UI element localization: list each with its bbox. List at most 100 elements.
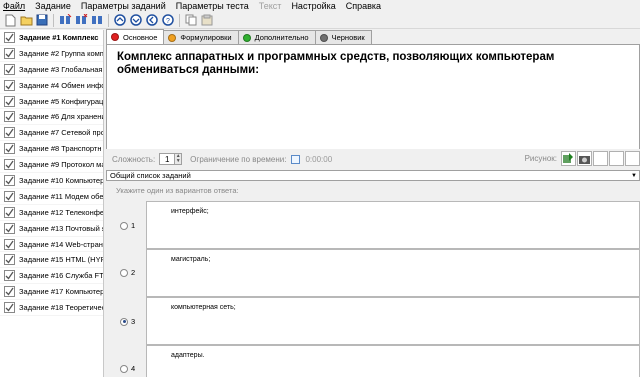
checkmark-icon bbox=[4, 270, 15, 282]
task-list-item[interactable]: Задание #10 Компьютер bbox=[0, 173, 103, 189]
task-list-item[interactable]: Задание #15 HTML (HYPE bbox=[0, 252, 103, 269]
question-text-area[interactable]: Комплекс аппаратных и программных средст… bbox=[106, 45, 640, 149]
task-label: Задание #2 Группа комп bbox=[19, 48, 103, 58]
menu-settings[interactable]: Настройка bbox=[291, 0, 335, 12]
task-list-item[interactable]: Задание #3 Глобальная bbox=[0, 62, 103, 78]
answer-text: интерфейс; bbox=[171, 208, 209, 215]
answer-number: 2 bbox=[131, 268, 136, 277]
answer-number: 4 bbox=[131, 364, 136, 373]
picture-slot[interactable] bbox=[593, 151, 608, 166]
tab-main[interactable]: Основное bbox=[106, 29, 165, 44]
insert-picture-icon[interactable] bbox=[561, 151, 576, 166]
task-label: Задание #1 Комплекс bbox=[19, 32, 99, 42]
task-list-item[interactable]: Задание #18 Теоретичес bbox=[0, 300, 103, 317]
new-icon[interactable] bbox=[3, 13, 17, 27]
answer-option[interactable]: компьютерная сеть; bbox=[146, 297, 640, 345]
green-circle-icon bbox=[242, 33, 251, 42]
task-list-item[interactable]: Задание #8 Транспортн bbox=[0, 141, 103, 158]
picture-slot[interactable] bbox=[625, 151, 640, 166]
open-icon[interactable] bbox=[19, 13, 33, 27]
camera-icon[interactable] bbox=[577, 151, 592, 166]
picture-slot[interactable] bbox=[609, 151, 624, 166]
help-icon[interactable]: ? bbox=[161, 13, 175, 27]
answer-radio[interactable]: 2 bbox=[120, 268, 135, 277]
move-task-icon[interactable] bbox=[90, 13, 104, 27]
answer-radio[interactable]: 3 bbox=[120, 317, 135, 326]
checkmark-icon bbox=[4, 174, 15, 186]
tab-additional[interactable]: Дополнительно bbox=[237, 30, 316, 44]
task-list-item[interactable]: Задание #17 Компьютер bbox=[0, 284, 103, 301]
stepper-down-icon[interactable]: ▼ bbox=[175, 159, 181, 164]
answer-radio[interactable]: 1 bbox=[120, 221, 135, 230]
difficulty-value[interactable]: 1 bbox=[159, 153, 176, 165]
tab-label: Основное bbox=[123, 32, 158, 42]
checkmark-icon bbox=[4, 111, 15, 123]
copy-icon[interactable] bbox=[184, 13, 198, 27]
task-label: Задание #5 Конфигурац bbox=[19, 96, 103, 106]
checkmark-icon bbox=[4, 206, 15, 218]
difficulty-label: Сложность: bbox=[112, 154, 156, 164]
menu-task-params[interactable]: Параметры заданий bbox=[81, 0, 166, 12]
task-list-item[interactable]: Задание #12 Телеконфе bbox=[0, 205, 103, 221]
answer-option[interactable]: магистраль; bbox=[146, 249, 640, 297]
arrow-down-icon[interactable] bbox=[129, 13, 143, 27]
answer-text: магистраль; bbox=[171, 256, 211, 263]
task-label: Задание #11 Модем обес bbox=[19, 191, 103, 201]
task-label: Задание #3 Глобальная bbox=[19, 64, 103, 74]
orange-circle-icon bbox=[168, 33, 177, 42]
delete-task-icon[interactable] bbox=[74, 13, 88, 27]
task-label: Задание #7 Сетевой про bbox=[19, 128, 103, 138]
gray-circle-icon bbox=[319, 33, 328, 42]
answers-panel: Укажите один из вариантов ответа: интерф… bbox=[106, 182, 640, 377]
menu-file[interactable]: Файл bbox=[3, 0, 25, 12]
tab-label: Черновик bbox=[331, 33, 365, 42]
tab-label: Формулировки bbox=[180, 33, 232, 42]
task-list-item[interactable]: Задание #5 Конфигурац bbox=[0, 94, 103, 110]
task-label: Задание #16 Служба FTI bbox=[19, 271, 103, 281]
answer-radio[interactable]: 4 bbox=[120, 364, 135, 373]
svg-text:?: ? bbox=[166, 18, 170, 25]
menu-text: Текст bbox=[258, 1, 282, 11]
arrow-left-icon[interactable] bbox=[145, 13, 159, 27]
answer-number: 1 bbox=[131, 221, 136, 230]
save-icon[interactable] bbox=[35, 13, 49, 27]
task-list-item[interactable]: Задание #14 Web-стран bbox=[0, 237, 103, 253]
menu-help[interactable]: Справка bbox=[346, 0, 381, 12]
answer-text: компьютерная сеть; bbox=[171, 304, 236, 311]
time-limit-value[interactable]: 0:00:00 bbox=[305, 155, 332, 164]
difficulty-stepper[interactable]: 1 ▲ ▼ bbox=[159, 153, 183, 165]
stepper-arrows[interactable]: ▲ ▼ bbox=[175, 153, 183, 165]
picture-controls: Рисунок: bbox=[525, 151, 640, 166]
radio-icon bbox=[120, 268, 128, 277]
question-text: Комплекс аппаратных и программных средст… bbox=[117, 51, 555, 76]
checkmark-icon bbox=[4, 238, 15, 250]
task-list-select[interactable]: Общий список заданий ▼ bbox=[106, 170, 640, 181]
task-list-item[interactable]: Задание #6 Для хранени bbox=[0, 109, 103, 126]
task-list-item[interactable]: Задание #4 Обмен инфо bbox=[0, 78, 103, 94]
toolbar: ? bbox=[0, 12, 640, 29]
menu-test-params[interactable]: Параметры теста bbox=[176, 0, 249, 12]
time-limit-checkbox[interactable] bbox=[291, 154, 301, 164]
task-list-item[interactable]: Задание #13 Почтовый я bbox=[0, 221, 103, 237]
task-list-item[interactable]: Задание #2 Группа комп bbox=[0, 46, 103, 62]
task-list-item[interactable]: Задание #16 Служба FTI bbox=[0, 268, 103, 285]
answer-option[interactable]: интерфейс; bbox=[146, 201, 640, 249]
answer-number: 3 bbox=[131, 317, 136, 326]
tab-formulations[interactable]: Формулировки bbox=[163, 30, 239, 44]
arrow-up-icon[interactable] bbox=[113, 13, 127, 27]
radio-icon bbox=[120, 221, 128, 230]
task-list-item[interactable]: Задание #9 Протокол ма bbox=[0, 157, 103, 174]
paste-icon[interactable] bbox=[200, 13, 214, 27]
task-list-item[interactable]: Задание #7 Сетевой про bbox=[0, 125, 103, 142]
task-label: Задание #18 Теоретичес bbox=[19, 303, 103, 313]
menu-bar: Файл Задание Параметры заданий Параметры… bbox=[0, 0, 640, 12]
tab-draft[interactable]: Черновик bbox=[314, 30, 372, 44]
task-list-item[interactable]: Задание #1 Комплекс bbox=[0, 30, 103, 46]
checkmark-icon bbox=[4, 302, 15, 314]
menu-task[interactable]: Задание bbox=[35, 0, 71, 12]
task-list-item[interactable]: Задание #11 Модем обес bbox=[0, 189, 103, 205]
add-task-icon[interactable] bbox=[58, 13, 72, 27]
answers-prompt: Укажите один из вариантов ответа: bbox=[116, 186, 239, 195]
chevron-down-icon[interactable]: ▼ bbox=[631, 171, 637, 181]
answer-option[interactable]: адаптеры. bbox=[146, 345, 640, 377]
